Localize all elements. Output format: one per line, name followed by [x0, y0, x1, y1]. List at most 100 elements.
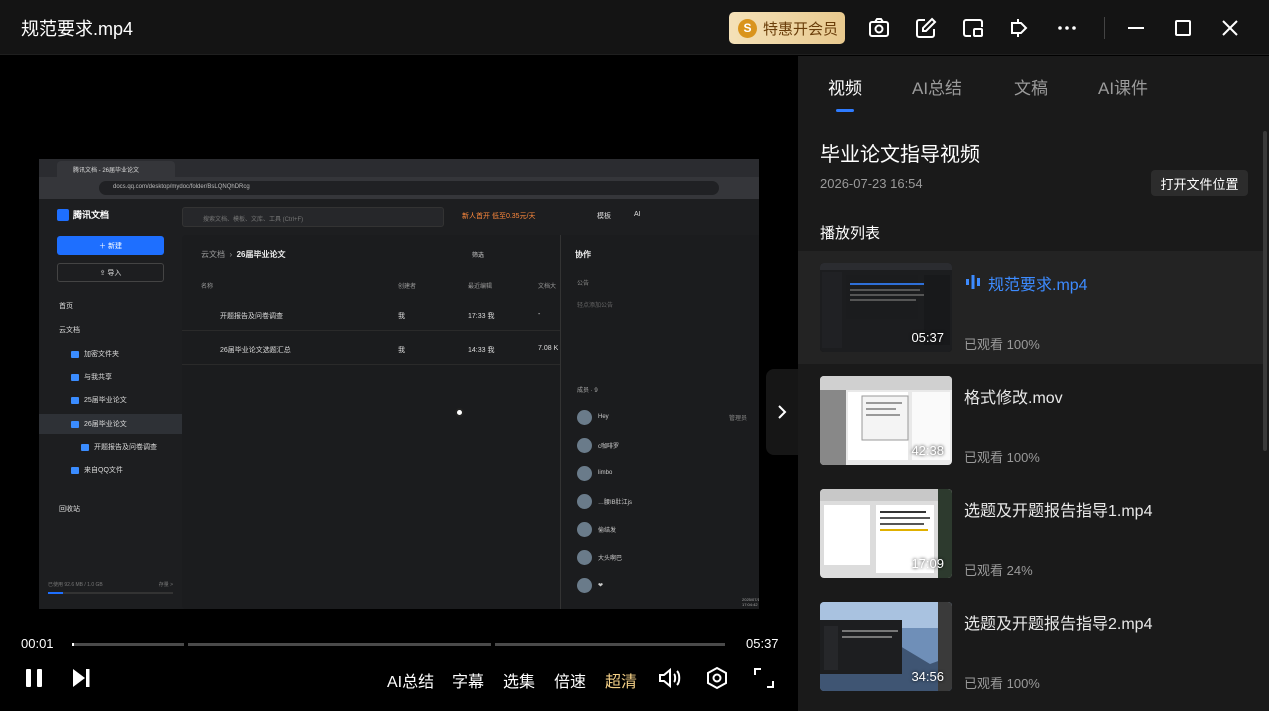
frame-import-button: ⇪ 导入 — [57, 263, 164, 282]
frame-row-size: 7.08 K — [538, 345, 559, 352]
frame-import-label: 导入 — [107, 269, 122, 277]
tab-ai-summary[interactable]: AI总结 — [912, 74, 962, 99]
pause-icon[interactable] — [22, 666, 46, 690]
avatar — [577, 493, 592, 509]
playlist-item-title: 选题及开题报告指导1.mp4 — [964, 503, 1153, 520]
frame-timestamp: 2025/07/15 17:04:42 — [742, 597, 759, 607]
frame-announcement: 公告 — [577, 281, 590, 287]
settings-icon[interactable] — [705, 666, 729, 690]
frame-members-label: 成员 · 9 — [577, 388, 598, 394]
cursor-icon — [455, 408, 464, 417]
frame-member-name: limbo — [598, 470, 613, 476]
video-duration: 05:37 — [911, 330, 944, 345]
sidebar-scrollbar[interactable] — [1263, 131, 1267, 451]
title-bar: 规范要求.mp4 S 特惠开会员 — [0, 0, 1269, 55]
frame-row-name: 26届毕业论文选题汇总 — [220, 347, 291, 354]
frame-ai: AI — [634, 211, 641, 218]
pin-icon[interactable] — [1007, 15, 1033, 41]
window-title: 规范要求.mp4 — [21, 19, 134, 39]
folder-icon — [71, 466, 79, 474]
video-duration: 34:56 — [911, 669, 944, 684]
frame-file-list: 云文档 › 26届毕业论文 筛选 名称 创建者 最近编辑 文档大 开题报告及问卷… — [182, 235, 562, 609]
tab-ai-courseware[interactable]: AI课件 — [1098, 74, 1148, 99]
ai-summary-button[interactable]: AI总结 — [387, 668, 434, 692]
chevron-right-icon — [778, 405, 787, 419]
picture-in-picture-icon[interactable] — [960, 15, 986, 41]
screenshot-icon[interactable] — [866, 15, 892, 41]
playlist-sidebar: 视频 AI总结 文稿 AI课件 毕业论文指导视频 2026-07-23 16:5… — [798, 56, 1269, 711]
playlist-item[interactable]: 42:38 格式修改.mov 已观看 100% — [798, 364, 1263, 477]
frame-row: 开题报告及问卷调查 我 17:33 我 - — [182, 299, 562, 331]
frame-nav-qq: 来自QQ文件 — [39, 460, 182, 480]
playlist-item-title: 选题及开题报告指导2.mp4 — [964, 616, 1153, 633]
video-frame[interactable]: 腾讯文档 - 26届毕业论文 docs.qq.com/desktop/mydoc… — [39, 159, 759, 609]
open-file-location-button[interactable]: 打开文件位置 — [1151, 170, 1248, 196]
vip-button[interactable]: S 特惠开会员 — [729, 12, 845, 44]
active-tab-indicator — [836, 109, 854, 112]
frame-member: 偷结发 — [577, 519, 747, 539]
frame-row-edited: 14:33 我 — [468, 347, 495, 354]
progress-bar[interactable] — [72, 643, 725, 646]
frame-address-bar: docs.qq.com/desktop/mydoc/folder/BsLQNQh… — [39, 177, 759, 199]
playlist-item-title: 格式修改.mov — [964, 390, 1063, 407]
maximize-icon[interactable] — [1170, 15, 1196, 41]
close-icon[interactable] — [1217, 15, 1243, 41]
frame-nav-shared: 与我共享 — [39, 367, 182, 387]
tab-video[interactable]: 视频 — [828, 74, 862, 99]
frame-nav-report: 开题报告及问卷调查 — [39, 437, 182, 457]
frame-browser-tabbar: 腾讯文档 - 26届毕业论文 — [39, 159, 759, 177]
video-duration: 42:38 — [911, 443, 944, 458]
frame-nav-label: 26届毕业论文 — [84, 421, 127, 428]
frame-member-name: 大头啊巴 — [598, 555, 623, 562]
playlist-heading: 播放列表 — [820, 225, 881, 242]
frame-member-name: ❤ — [598, 582, 604, 589]
speed-button[interactable]: 倍速 — [554, 668, 586, 692]
frame-nav-trash: 回收站 — [39, 499, 182, 519]
video-thumbnail: 05:37 — [820, 263, 952, 352]
expand-sidebar-button[interactable] — [766, 369, 798, 455]
playlist-item[interactable]: 17:09 选题及开题报告指导1.mp4 已观看 24% — [798, 477, 1263, 590]
frame-announcement-placeholder: 轻点添加公告 — [577, 303, 614, 309]
collection-date: 2026-07-23 16:54 — [820, 176, 923, 191]
fullscreen-icon[interactable] — [752, 666, 776, 690]
frame-quota: 已使用 92.6 MB / 1.0 GB 存量 > — [48, 581, 173, 588]
playlist-item[interactable]: 34:56 选题及开题报告指导2.mp4 已观看 100% — [798, 590, 1263, 703]
frame-logo: 腾讯文档 — [57, 208, 109, 221]
frame-breadcrumb: 云文档 › 26届毕业论文 — [201, 250, 286, 259]
volume-icon[interactable] — [657, 666, 683, 690]
frame-manage: 管理员 — [728, 415, 747, 422]
frame-promo: 新人首开 低至0.35元/天 — [462, 213, 536, 220]
tab-transcript[interactable]: 文稿 — [1014, 74, 1048, 99]
progress-chapter — [72, 643, 184, 646]
toolbar-divider — [1104, 17, 1105, 39]
next-icon[interactable] — [69, 666, 93, 690]
frame-row-creator: 我 — [398, 313, 405, 320]
playlist-item[interactable]: 05:37 规范要求.mp4 已观看 100% — [798, 251, 1263, 364]
progress-chapter — [495, 643, 725, 646]
note-edit-icon[interactable] — [913, 15, 939, 41]
quality-button[interactable]: 超清 — [605, 668, 637, 692]
frame-nav-label: 首页 — [59, 303, 73, 310]
video-player[interactable]: 腾讯文档 - 26届毕业论文 docs.qq.com/desktop/mydoc… — [0, 56, 798, 711]
watched-progress: 已观看 100% — [964, 450, 1040, 465]
frame-col-name: 名称 — [201, 284, 214, 290]
frame-row-name: 开题报告及问卷调查 — [220, 313, 283, 320]
frame-nav-label: 开题报告及问卷调查 — [94, 444, 157, 451]
folder-icon — [71, 373, 79, 381]
subtitles-button[interactable]: 字幕 — [452, 668, 484, 692]
frame-quota-text: 已使用 92.6 MB / 1.0 GB — [48, 582, 103, 588]
frame-url: docs.qq.com/desktop/mydoc/folder/BsLQNQh… — [99, 181, 719, 195]
more-icon[interactable] — [1054, 15, 1080, 41]
minimize-icon[interactable] — [1123, 15, 1149, 41]
video-duration: 17:09 — [911, 556, 944, 571]
avatar — [577, 409, 592, 425]
frame-new-label: 新建 — [107, 242, 122, 250]
frame-quota-bar — [48, 592, 173, 594]
frame-quota-link: 存量 > — [158, 582, 173, 588]
watched-progress: 已观看 100% — [964, 337, 1040, 352]
frame-crumb-root: 云文档 — [201, 250, 225, 259]
coin-icon: S — [738, 18, 757, 38]
frame-row-size: - — [538, 311, 541, 318]
playlist-item-title: 规范要求.mp4 — [988, 277, 1088, 294]
episodes-button[interactable]: 选集 — [503, 668, 535, 692]
